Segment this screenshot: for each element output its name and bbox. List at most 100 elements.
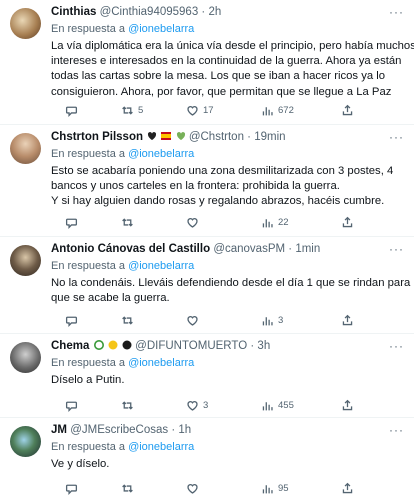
like-button[interactable] [186,214,203,230]
author-handle[interactable]: @DIFUNTOMUERTO [135,340,247,352]
author-name[interactable]: Cinthias [51,6,96,18]
tweet-text: No la condenáis. Lleváis defendiendo des… [51,276,411,306]
share-button[interactable] [341,312,354,328]
author-name[interactable]: Antonio Cánovas del Castillo [51,243,210,255]
retweet-button[interactable] [121,214,138,230]
tweet-text-line: Y si hay alguien dando rosas y regalando… [51,195,385,208]
avatar[interactable] [10,8,41,39]
author-handle[interactable]: @Chstrton [189,131,244,143]
tweet-text-line: Esto se acabaría poniendo una zona desmi… [51,165,394,177]
separator: · [247,131,252,143]
tweet-text-line: Ve y díselo. [51,458,110,470]
views-icon [262,106,273,115]
retweet-button[interactable] [121,397,138,413]
reply-context: En respuesta a @ionebelarra [51,440,406,455]
separator: · [201,6,206,18]
view-count: 3 [278,314,284,326]
like-count: 17 [203,104,214,116]
reply-context: En respuesta a @ionebelarra [51,147,406,162]
heart-icon [187,105,198,116]
timestamp[interactable]: 19min [254,131,285,143]
views-icon [262,316,273,325]
action-bar: 22 [51,214,354,230]
action-bar: 3 455 [51,397,354,413]
author-name[interactable]: JM [51,424,67,436]
reply-button[interactable] [65,214,82,230]
share-icon [342,314,353,325]
views-button[interactable]: 22 [261,214,289,230]
timestamp[interactable]: 1min [295,243,320,255]
avatar[interactable] [10,245,41,276]
views-button[interactable]: 455 [261,397,294,413]
black-circle-emoji [122,340,132,350]
heart-icon [187,483,198,494]
author-handle[interactable]: @canovasPM [213,243,285,255]
tweet[interactable]: ··· Antonio Cánovas del Castillo @canova… [0,237,414,334]
share-button[interactable] [341,397,354,413]
views-icon [262,401,273,410]
tweet-text-line: La vía diplomática era la única vía desd… [51,40,414,52]
reply-icon [65,218,78,229]
view-count: 22 [278,216,289,228]
like-button[interactable] [186,312,203,328]
share-icon [342,482,353,493]
green-heart-emoji [176,132,185,140]
reply-button[interactable] [65,480,82,496]
mention-link[interactable]: @ionebelarra [128,23,194,35]
tweet-text: Ve y díselo. [51,457,406,472]
separator: · [171,424,176,436]
tweet-text-line: No la condenáis. Lleváis defendiendo des… [51,277,411,289]
separator: · [250,340,255,352]
views-button[interactable]: 672 [261,102,294,118]
author-handle[interactable]: @JMEscribeCosas [70,424,168,436]
avatar[interactable] [10,133,41,164]
like-button[interactable]: 3 [186,397,208,413]
separator: · [288,243,293,255]
reply-prefix: En respuesta a [51,260,125,272]
views-icon [262,484,273,493]
retweet-icon [122,483,133,493]
black-heart-emoji [148,132,157,140]
retweet-button[interactable] [121,480,138,496]
timestamp[interactable]: 2h [208,6,221,18]
reply-button[interactable] [65,312,82,328]
author-name[interactable]: Chstrton Pilsson [51,131,143,143]
tweet[interactable]: ··· JM @JMEscribeCosas · 1h En respuesta… [0,418,414,496]
view-count: 672 [278,104,294,116]
tweet[interactable]: ··· Cinthias @Cinthia94095963 · 2h En re… [0,0,414,125]
timestamp[interactable]: 3h [257,340,270,352]
timestamp[interactable]: 1h [178,424,191,436]
green-emoji [93,340,104,350]
mention-link[interactable]: @ionebelarra [128,148,194,160]
share-icon [342,104,353,115]
reply-context: En respuesta a @ionebelarra [51,22,406,37]
mention-link[interactable]: @ionebelarra [128,260,194,272]
share-button[interactable] [341,480,354,496]
retweet-button[interactable]: 5 [121,102,143,118]
reply-button[interactable] [65,102,82,118]
tweet[interactable]: ··· Chstrton Pilsson @Chstrton · 19min E… [0,125,414,237]
heart-icon [187,400,198,411]
views-button[interactable]: 3 [261,312,283,328]
avatar[interactable] [10,342,41,373]
share-button[interactable] [341,214,354,230]
author-handle[interactable]: @Cinthia94095963 [100,6,199,18]
reply-button[interactable] [65,397,82,413]
tweet-text-line: consiguieron. Ahora, por favor, que perm… [51,85,392,98]
reply-prefix: En respuesta a [51,23,125,35]
mention-link[interactable]: @ionebelarra [128,441,194,453]
retweet-button[interactable] [121,312,138,328]
avatar[interactable] [10,426,41,457]
tweet-text: Díselo a Putin. [51,373,406,388]
reply-icon [65,401,78,412]
like-button[interactable] [186,480,203,496]
mention-link[interactable]: @ionebelarra [128,357,194,369]
tweet[interactable]: ··· Chema @DIFUNTOMUERTO · 3h En respues… [0,334,414,418]
retweet-icon [122,105,133,115]
share-button[interactable] [341,102,354,118]
views-button[interactable]: 95 [261,480,289,496]
like-button[interactable]: 17 [186,102,214,118]
action-bar: 3 [51,312,354,328]
tweet-text: Esto se acabaría poniendo una zona desmi… [51,164,406,210]
author-name[interactable]: Chema [51,340,89,352]
